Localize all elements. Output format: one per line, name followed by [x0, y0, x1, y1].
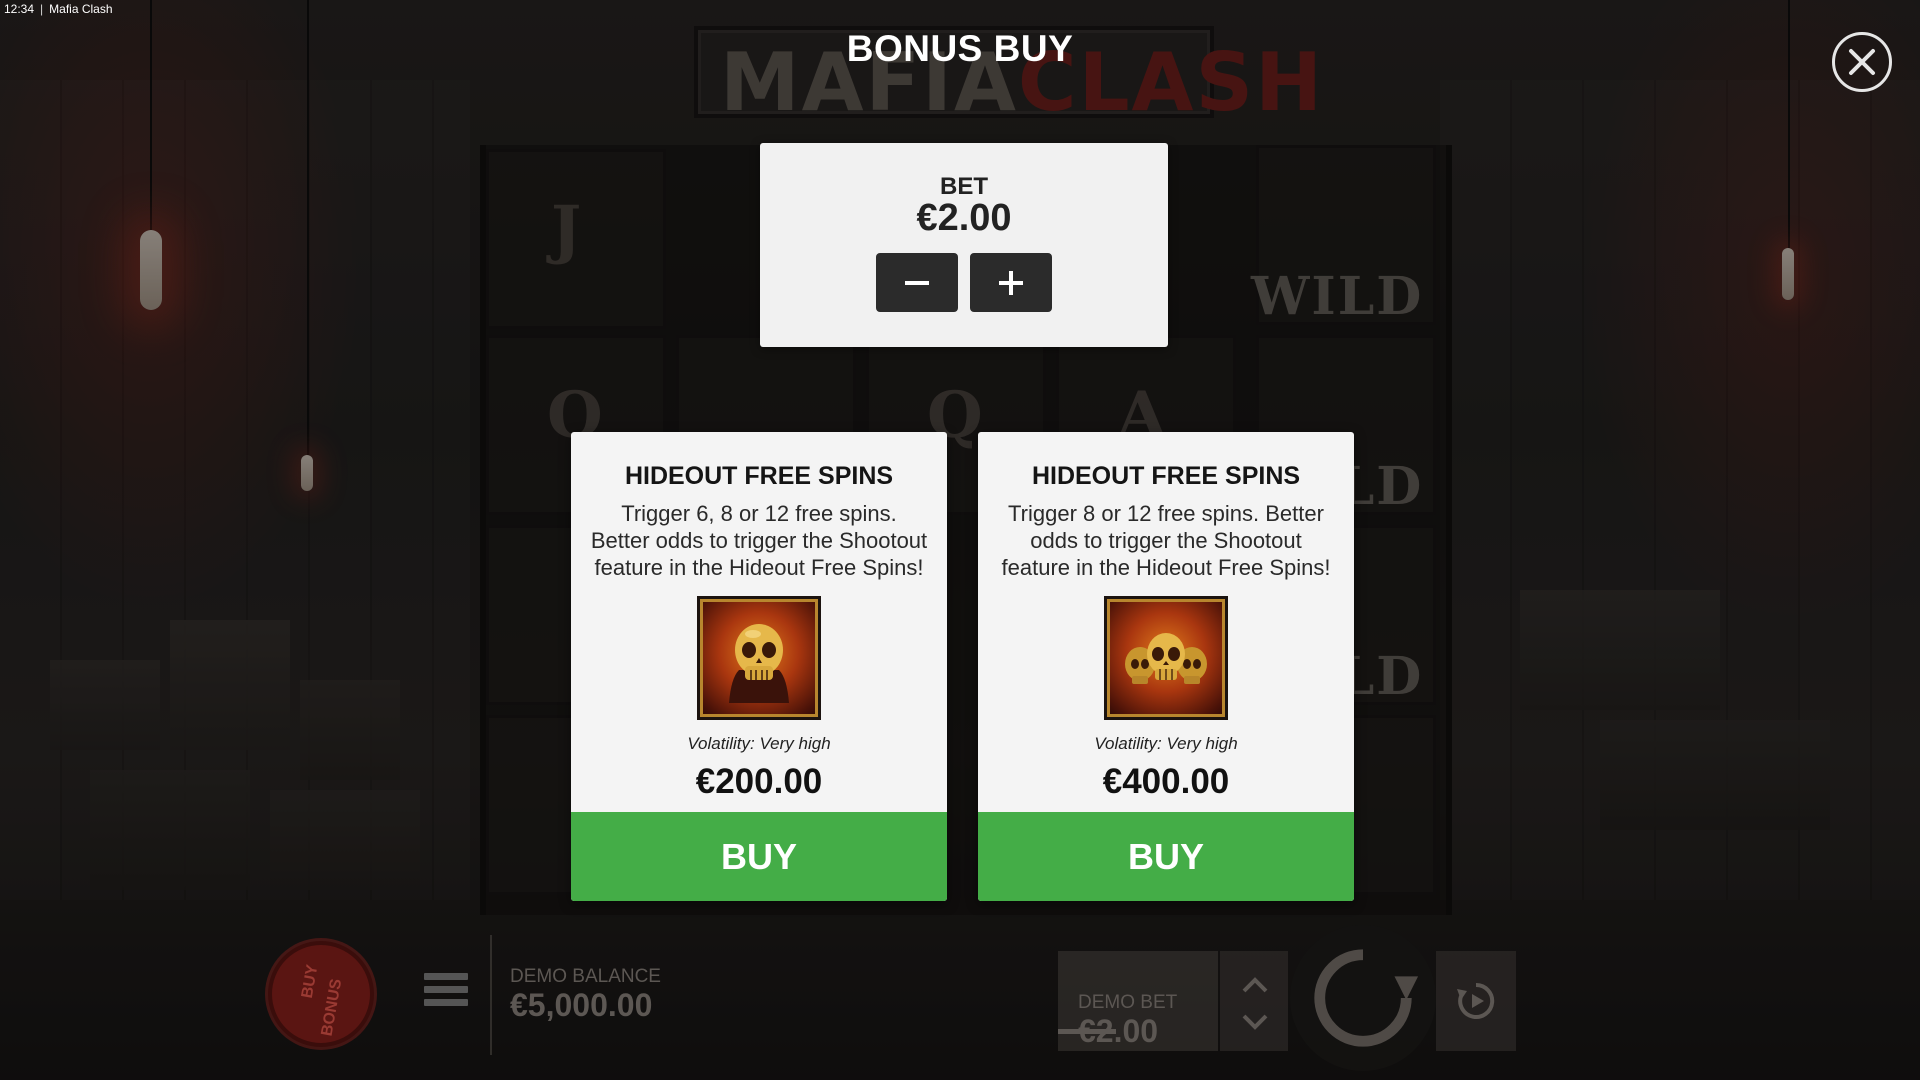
demo-bet-label: DEMO BET: [1078, 992, 1178, 1013]
bonus-card: HIDEOUT FREE SPINS Trigger 8 or 12 free …: [978, 432, 1354, 901]
autoplay-icon: [1457, 982, 1495, 1019]
decrease-bet-button[interactable]: [876, 253, 958, 312]
bet-display[interactable]: DEMO BET €2.00: [1058, 951, 1218, 1051]
bet-panel: BET €2.00: [760, 143, 1168, 347]
bonus-card-image: [697, 596, 821, 720]
balance-label: DEMO BALANCE: [510, 966, 661, 987]
bonus-card-price: €200.00: [695, 762, 823, 801]
status-separator: |: [40, 2, 44, 16]
balance-value: €5,000.00: [510, 987, 653, 1023]
status-bar: 12:34 | Mafia Clash: [0, 0, 113, 18]
plus-icon: [999, 270, 1023, 295]
bet-underline: [1058, 1029, 1116, 1034]
modal-title: BONUS BUY: [846, 28, 1074, 69]
increase-bet-button[interactable]: [970, 253, 1052, 312]
spin-button[interactable]: [1290, 925, 1436, 1071]
close-button[interactable]: [1832, 32, 1892, 92]
menu-icon: [424, 973, 468, 980]
bottom-control-bar: BUY BONUS DEMO BALANCE €5,000.00 DEMO BET…: [0, 925, 1920, 1080]
divider: [490, 935, 492, 1055]
bonus-card: HIDEOUT FREE SPINS Trigger 6, 8 or 12 fr…: [571, 432, 947, 901]
chevron-up-icon[interactable]: [1240, 971, 1270, 1001]
app-title: Mafia Clash: [49, 2, 113, 16]
bonus-card-title: HIDEOUT FREE SPINS: [1031, 462, 1301, 490]
clock: 12:34: [4, 2, 35, 16]
spin-icon: [1314, 949, 1419, 1047]
buy-button[interactable]: BUY: [978, 812, 1354, 901]
bonus-card-price: €400.00: [1102, 762, 1230, 801]
menu-button[interactable]: [424, 973, 468, 1013]
bet-adjust-arrows: [1220, 951, 1288, 1051]
close-icon: [1849, 49, 1875, 75]
bonus-card-image: [1104, 596, 1228, 720]
bonus-card-volatility: Volatility: Very high: [687, 734, 831, 753]
triple-golden-skull-icon: [1125, 633, 1207, 684]
minus-icon: [905, 280, 929, 285]
bonus-card-description: Trigger 6, 8 or 12 free spins. Better od…: [590, 501, 928, 580]
buy-bonus-button[interactable]: BUY BONUS: [268, 941, 374, 1047]
autoplay-button[interactable]: [1436, 951, 1516, 1051]
buy-button[interactable]: BUY: [571, 812, 947, 901]
golden-skull-icon: [729, 624, 789, 703]
bonus-card-volatility: Volatility: Very high: [1094, 734, 1238, 753]
bet-value: €2.00: [916, 197, 1012, 239]
buy-bonus-label: BUY: [298, 962, 322, 1000]
buy-bonus-label: BONUS: [318, 977, 346, 1037]
bonus-card-title: HIDEOUT FREE SPINS: [624, 462, 894, 490]
bonus-card-description: Trigger 8 or 12 free spins. Better odds …: [1001, 501, 1331, 580]
chevron-down-icon[interactable]: [1240, 1006, 1270, 1036]
